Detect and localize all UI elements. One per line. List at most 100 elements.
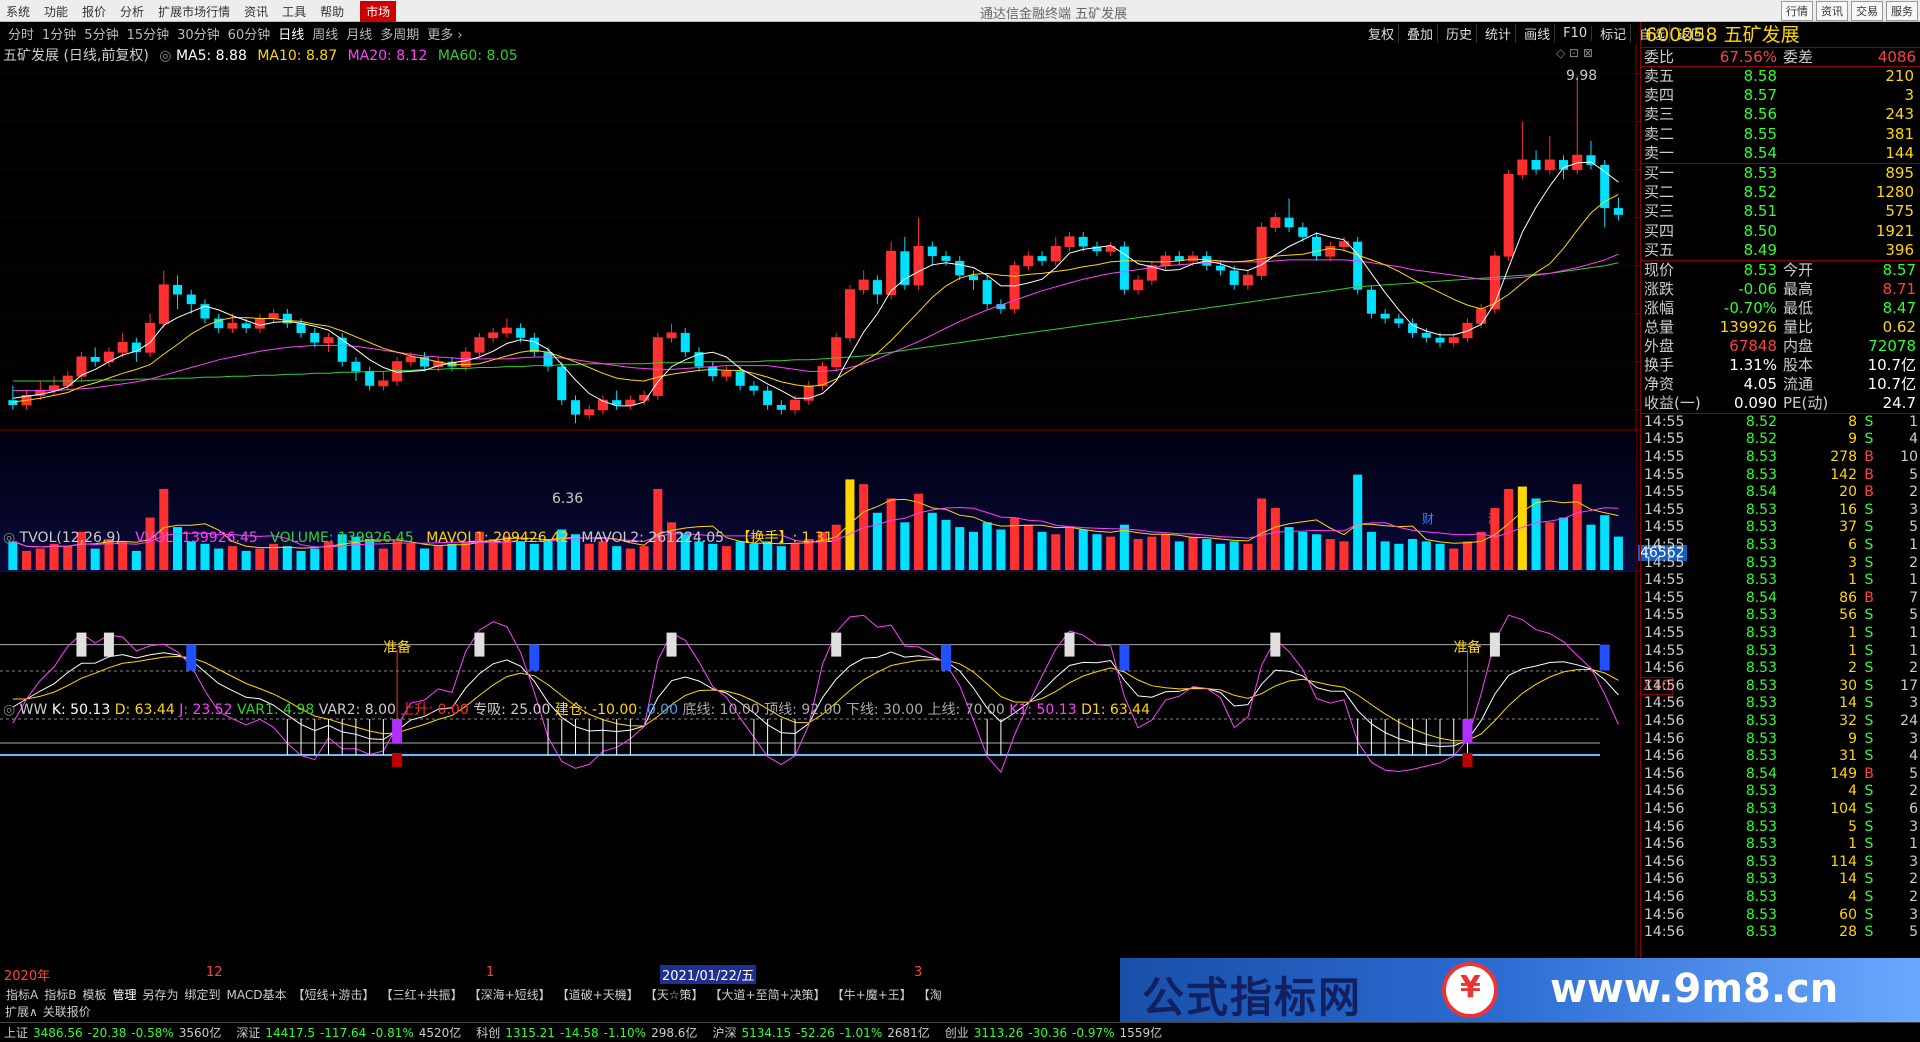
menu-item-help[interactable]: 帮助 (320, 3, 344, 20)
tick-side: S (1864, 800, 1874, 817)
tick-count: 4 (1909, 431, 1918, 448)
menu-item-analysis[interactable]: 分析 (120, 3, 144, 20)
volume-bar (1023, 524, 1033, 570)
candle-body-down (749, 385, 759, 391)
indicator-tab[interactable]: 【大道+至简+决策】 (710, 986, 826, 1003)
stock-header: 600058 五矿发展 (1641, 22, 1920, 48)
menu-item-tools[interactable]: 工具 (282, 3, 306, 20)
index-v: 5134.15 (741, 1026, 792, 1040)
index-quote[interactable]: 上证 3486.56 -20.38 -0.58% 3560亿 (4, 1024, 226, 1041)
news-button[interactable]: 资讯 (1816, 1, 1848, 21)
tick-count: 1 (1909, 642, 1918, 659)
ww-sell-marker (1119, 644, 1130, 671)
volume-bar (1449, 548, 1459, 570)
candle-body-down (900, 251, 910, 285)
f10-button[interactable]: F10 (1563, 25, 1593, 41)
overlay-button[interactable]: 叠加 (1407, 23, 1439, 43)
index-c: -30.36 (1028, 1026, 1068, 1040)
indicator-tab[interactable]: 【三红+共振】 (381, 986, 463, 1003)
indicator-tab[interactable]: 【淘 (918, 986, 942, 1003)
indicator-tab[interactable]: 【牛+魔+王】 (832, 986, 912, 1003)
menu-item-quote[interactable]: 报价 (82, 3, 106, 20)
fuquan-button[interactable]: 复权 (1368, 23, 1400, 43)
tick-side: S (1864, 625, 1874, 641)
period-tab[interactable]: 30分钟 (177, 24, 220, 43)
menu-item-function[interactable]: 功能 (44, 3, 68, 20)
ww-zhuanxi: 专吸: 25.00 (473, 702, 551, 718)
index-c: -52.26 (796, 1026, 835, 1040)
draw-button[interactable]: 画线 (1524, 23, 1556, 43)
index-quote[interactable]: 沪深 5134.15 -52.26 -1.01% 2681亿 (712, 1024, 934, 1041)
rise-marker[interactable]: 涨 (1488, 510, 1500, 527)
index-quote[interactable]: 深证 14417.5 -117.64 -0.81% 4520亿 (236, 1024, 466, 1041)
candle-body-down (776, 404, 786, 410)
indicator-tab[interactable]: 【天☆策】 (645, 986, 704, 1003)
tick-price: 8.53 (1745, 888, 1777, 905)
volume-bar (22, 550, 32, 570)
candle-body-up (158, 284, 169, 324)
indicator-tab[interactable]: 【短线+游击】 (293, 986, 375, 1003)
volume-bar (968, 531, 978, 570)
settings-icon[interactable]: ◎ (159, 48, 171, 64)
index-quote[interactable]: 科创 1315.21 -14.58 -1.10% 298.6亿 (476, 1024, 702, 1041)
tick-time: 14:55 (1644, 537, 1685, 554)
indicator-tab[interactable]: 指标A (6, 986, 38, 1003)
period-tab[interactable]: 5分钟 (84, 24, 118, 43)
index-quote[interactable]: 创业 3113.26 -30.36 -0.97% 1559亿 (945, 1024, 1167, 1041)
candle-body-down (1119, 246, 1129, 290)
volume-bar (1188, 536, 1198, 570)
candle-body-down (351, 361, 361, 372)
history-button[interactable]: 历史 (1446, 23, 1478, 43)
period-tab[interactable]: 1分钟 (42, 24, 76, 43)
extend-toggle[interactable]: 扩展∧ (5, 1003, 38, 1020)
volume-bar (927, 512, 937, 570)
sell-book: 卖五 8.58 210 卖四 8.57 3 卖三 8.56 243 卖二 8.55 381 卖一 8.54… (1641, 67, 1920, 164)
period-tab[interactable]: 60分钟 (228, 24, 271, 43)
tick-count: 3 (1909, 501, 1918, 518)
indicator-tab[interactable]: 管理 (112, 986, 136, 1003)
period-tab[interactable]: 更多 › (427, 24, 462, 43)
candle-body-down (1586, 155, 1596, 165)
tick-side: S (1864, 642, 1874, 659)
indicator-tab[interactable]: 【道破+天機】 (557, 986, 639, 1003)
kline-chart[interactable]: 准备准备 10.009.509.008.508.007.507.006.5040… (0, 44, 1640, 964)
menu-item-ext-market[interactable]: 扩展市场行情 (158, 3, 230, 20)
quote-button[interactable]: 行情 (1781, 1, 1813, 21)
period-tab-active[interactable]: 日线 (278, 24, 304, 43)
tick-price: 8.53 (1745, 466, 1777, 483)
indicator-tab[interactable]: 另存为 (142, 986, 178, 1003)
stats-button[interactable]: 统计 (1485, 23, 1517, 43)
tick-list[interactable]: 14:55 8.52 8 S 1 14:55 8.52 9 S 4 14:55 8.53 278 B 10 1… (1641, 414, 1920, 942)
service-button[interactable]: 服务 (1886, 1, 1918, 21)
menu-item-market[interactable]: 市场 (360, 0, 397, 22)
volume-bar (721, 546, 731, 570)
settings-icon[interactable]: ◎ (3, 530, 15, 546)
period-tab[interactable]: 月线 (346, 24, 372, 43)
period-tab[interactable]: 多周期 (380, 24, 419, 43)
trade-button[interactable]: 交易 (1851, 1, 1883, 21)
period-tab[interactable]: 周线 (312, 24, 338, 43)
indicator-tab[interactable]: MACD基本 (227, 986, 287, 1003)
menu-item-news[interactable]: 资讯 (244, 3, 268, 20)
volume-bar (227, 546, 237, 570)
period-tab[interactable]: 分时 (8, 24, 34, 43)
tick-price: 8.53 (1745, 924, 1777, 941)
volume-bar (1270, 508, 1280, 570)
tick-price: 8.53 (1745, 677, 1777, 694)
tick-price: 8.53 (1745, 537, 1777, 554)
settings-icon[interactable]: ◎ (3, 702, 15, 718)
menu-item-system[interactable]: 系统 (6, 3, 30, 20)
panel-controls-icon[interactable]: ◇ ⊡ ⊠ (1556, 46, 1593, 60)
indicator-tab[interactable]: 绑定到 (185, 986, 221, 1003)
linked-quote-button[interactable]: 关联报价 (43, 1003, 91, 1020)
indicator-tab[interactable]: 模板 (82, 986, 106, 1003)
indicator-tab[interactable]: 指标B (44, 986, 76, 1003)
tick-volume: 114 (1830, 853, 1857, 870)
period-tab[interactable]: 15分钟 (127, 24, 170, 43)
mark-button[interactable]: 标记 (1600, 23, 1632, 43)
index-p: -0.97% (1072, 1026, 1115, 1040)
finance-marker[interactable]: 财 (1422, 510, 1434, 527)
order-volume: 895 (1885, 163, 1914, 182)
indicator-tab[interactable]: 【深海+短线】 (469, 986, 551, 1003)
tick-price: 8.53 (1745, 554, 1777, 571)
